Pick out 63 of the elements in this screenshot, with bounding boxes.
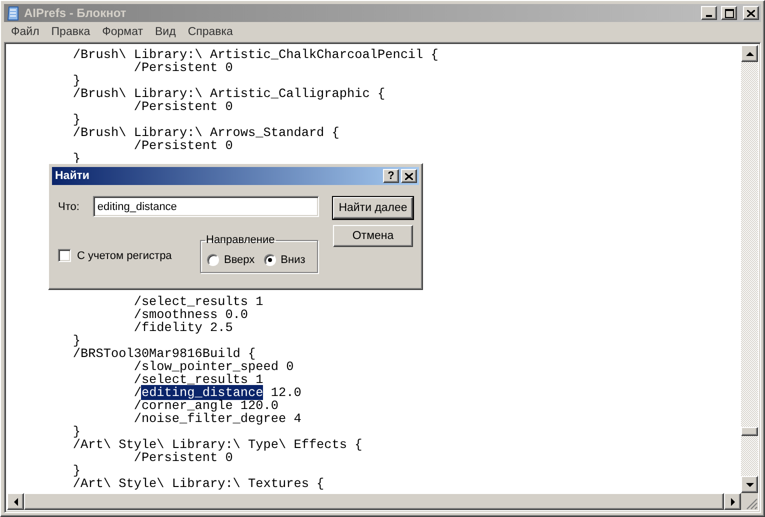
close-icon bbox=[747, 10, 755, 16]
maximize-button[interactable] bbox=[721, 6, 737, 20]
direction-label: Направление bbox=[205, 234, 276, 246]
code-text: /BRSTool30Mar9816Build { bbox=[72, 346, 256, 361]
down-arrow-icon bbox=[746, 482, 754, 486]
match-case-label: С учетом регистра bbox=[77, 250, 172, 262]
code-text: } bbox=[72, 333, 81, 348]
code-text: /Persistent 0 bbox=[132, 138, 233, 153]
close-button[interactable] bbox=[401, 169, 417, 183]
code-text: } bbox=[72, 424, 81, 439]
code-text: /Persistent 0 bbox=[132, 60, 233, 75]
code-text: } bbox=[72, 463, 81, 478]
scroll-thumb[interactable] bbox=[741, 427, 758, 436]
scroll-down-button[interactable] bbox=[741, 476, 758, 493]
minimize-button[interactable] bbox=[701, 6, 717, 20]
menu-item[interactable]: Формат bbox=[96, 26, 149, 38]
code-text: /Persistent 0 bbox=[132, 99, 233, 114]
window-title: AIPrefs - Блокнот bbox=[24, 6, 128, 20]
radio-button[interactable] bbox=[264, 254, 276, 266]
left-arrow-icon bbox=[14, 498, 18, 506]
menu-item[interactable]: Правка bbox=[45, 26, 96, 38]
code-text: } bbox=[72, 112, 81, 127]
help-button[interactable]: ? bbox=[383, 169, 399, 183]
code-text: 12.0 bbox=[270, 385, 302, 400]
code-text: /Art\ Style\ Library:\ Type\ Effects { bbox=[72, 437, 362, 452]
find-what-field[interactable]: editing_distance bbox=[93, 196, 320, 217]
code-text: /Art\ Style\ Library:\ Textures { bbox=[72, 476, 324, 491]
menu-item[interactable]: Файл bbox=[5, 26, 46, 38]
code-text: /smoothness 0.0 bbox=[132, 307, 248, 322]
code-text: /Brush\ Library:\ Artistic_ChalkCharcoalPencil { bbox=[72, 47, 438, 62]
selected-text: editing_distance bbox=[141, 385, 264, 400]
up-arrow-icon bbox=[746, 52, 754, 56]
radio-label: Вниз bbox=[280, 254, 306, 266]
dialog-title: Найти bbox=[55, 170, 90, 182]
vertical-scrollbar[interactable] bbox=[741, 45, 758, 493]
code-text: /corner_angle 120.0 bbox=[132, 398, 278, 413]
right-arrow-icon bbox=[730, 498, 734, 506]
maximize-icon bbox=[724, 8, 734, 18]
find-next-button[interactable]: Найти далее bbox=[333, 197, 413, 219]
find-what-label: Что: bbox=[58, 200, 80, 212]
radio-button[interactable] bbox=[207, 254, 219, 266]
scroll-right-button[interactable] bbox=[724, 493, 741, 510]
scroll-up-button[interactable] bbox=[741, 45, 758, 62]
match-case-checkbox[interactable] bbox=[58, 249, 71, 262]
menu-item[interactable]: Справка bbox=[182, 26, 239, 38]
cancel-button[interactable]: Отмена bbox=[333, 225, 413, 247]
notepad-icon bbox=[6, 6, 20, 20]
code-text: /select_results 1 bbox=[132, 372, 264, 387]
code-text: /Brush\ Library:\ Arrows_Standard { bbox=[72, 125, 340, 140]
size-grip-icon[interactable] bbox=[746, 498, 758, 510]
code-text: /select_results 1 bbox=[132, 294, 264, 309]
code-text: } bbox=[72, 73, 81, 88]
code-text: /Brush\ Library:\ Artistic_Calligraphic { bbox=[72, 86, 386, 101]
code-text: / bbox=[132, 385, 142, 400]
code-text: /fidelity 2.5 bbox=[132, 320, 233, 335]
radio-label: Вверх bbox=[224, 254, 255, 266]
close-icon bbox=[405, 172, 413, 180]
close-button[interactable] bbox=[743, 6, 759, 20]
code-text: /slow_pointer_speed 0 bbox=[132, 359, 294, 374]
code-text: /noise_filter_degree 4 bbox=[132, 411, 302, 426]
scroll-left-button[interactable] bbox=[7, 493, 24, 510]
menu-item[interactable]: Вид bbox=[149, 26, 182, 38]
code-text: /Persistent 0 bbox=[134, 450, 233, 465]
